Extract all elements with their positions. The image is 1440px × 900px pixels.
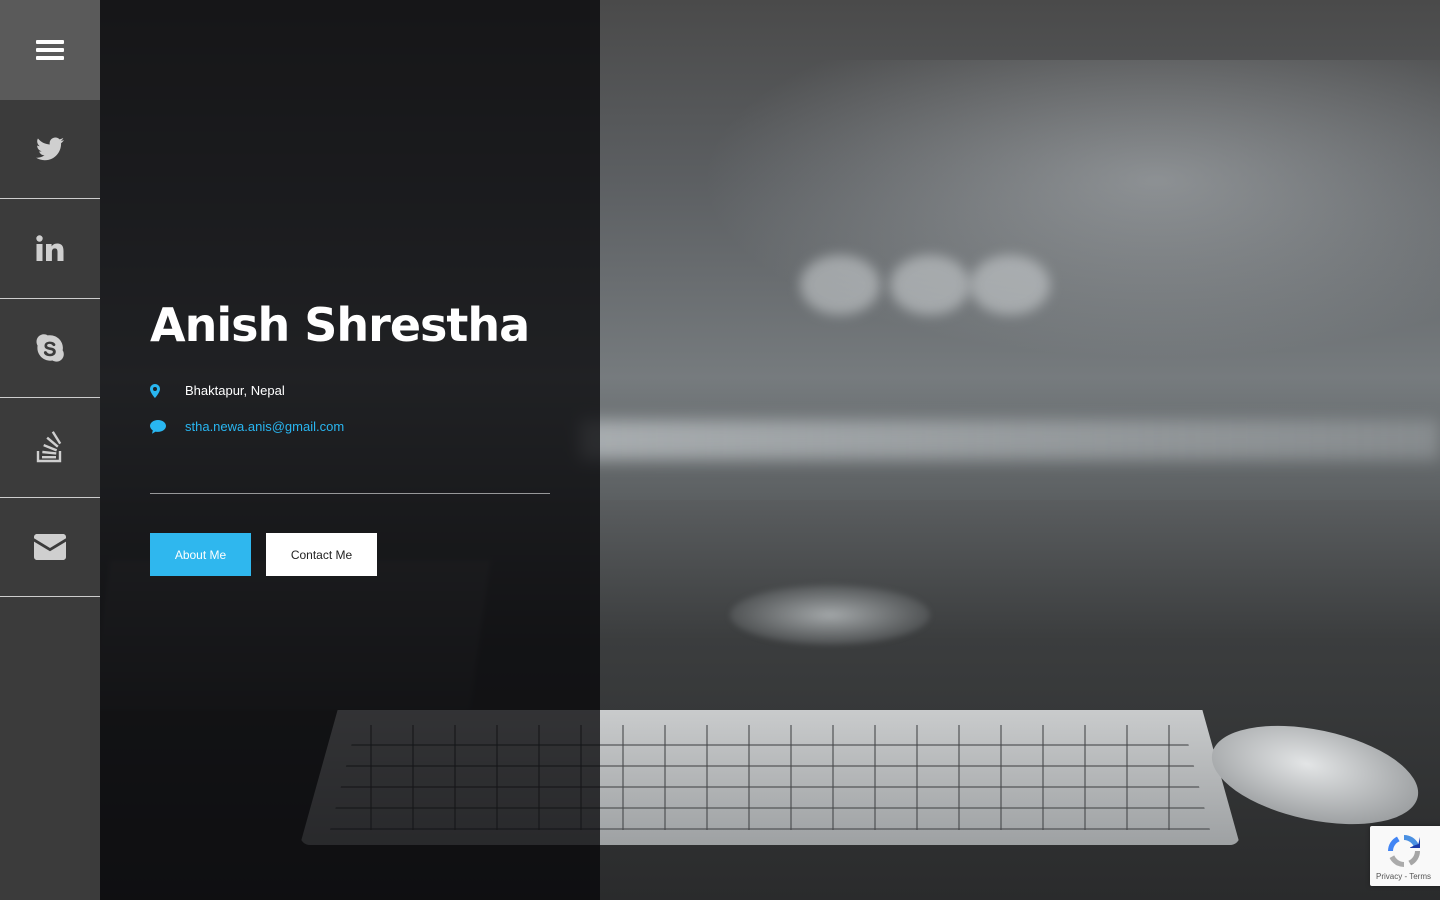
background-glass [970,255,1050,315]
about-me-button[interactable]: About Me [150,533,251,576]
email-link[interactable]: stha.newa.anis@gmail.com [185,419,344,434]
linkedin-icon [36,235,64,262]
sidebar-item-stack-overflow[interactable] [0,398,100,498]
background-shelf [580,420,1440,460]
comment-icon [150,419,185,434]
divider [150,493,550,494]
email-row: stha.newa.anis@gmail.com [150,419,344,434]
background-bowl [730,585,930,645]
background-glass [800,255,880,315]
profile-panel: Anish Shrestha Bhaktapur, Nepal stha.new… [100,0,600,900]
background-glass [890,255,970,315]
menu-icon [36,39,64,60]
contact-me-button[interactable]: Contact Me [266,533,377,576]
recaptcha-terms: Privacy - Terms [1376,872,1431,881]
twitter-icon [36,137,64,160]
sidebar-item-twitter[interactable] [0,100,100,199]
profile-name: Anish Shrestha [150,298,530,352]
recaptcha-badge[interactable]: Privacy - Terms [1370,826,1440,886]
location-text: Bhaktapur, Nepal [185,383,285,398]
location-row: Bhaktapur, Nepal [150,383,285,398]
sidebar [0,0,100,900]
map-marker-icon [150,383,185,398]
sidebar-item-menu[interactable] [0,0,100,100]
recaptcha-icon [1388,835,1420,867]
stack-overflow-icon [36,431,62,463]
recaptcha-privacy-link[interactable]: Privacy [1376,872,1402,881]
sidebar-item-linkedin[interactable] [0,199,100,299]
sidebar-item-skype[interactable] [0,299,100,398]
recaptcha-separator: - [1404,872,1408,881]
envelope-icon [34,533,66,560]
skype-icon [36,334,64,362]
sidebar-item-email[interactable] [0,498,100,597]
background-window-glow [700,60,1440,360]
recaptcha-terms-link[interactable]: Terms [1409,872,1431,881]
